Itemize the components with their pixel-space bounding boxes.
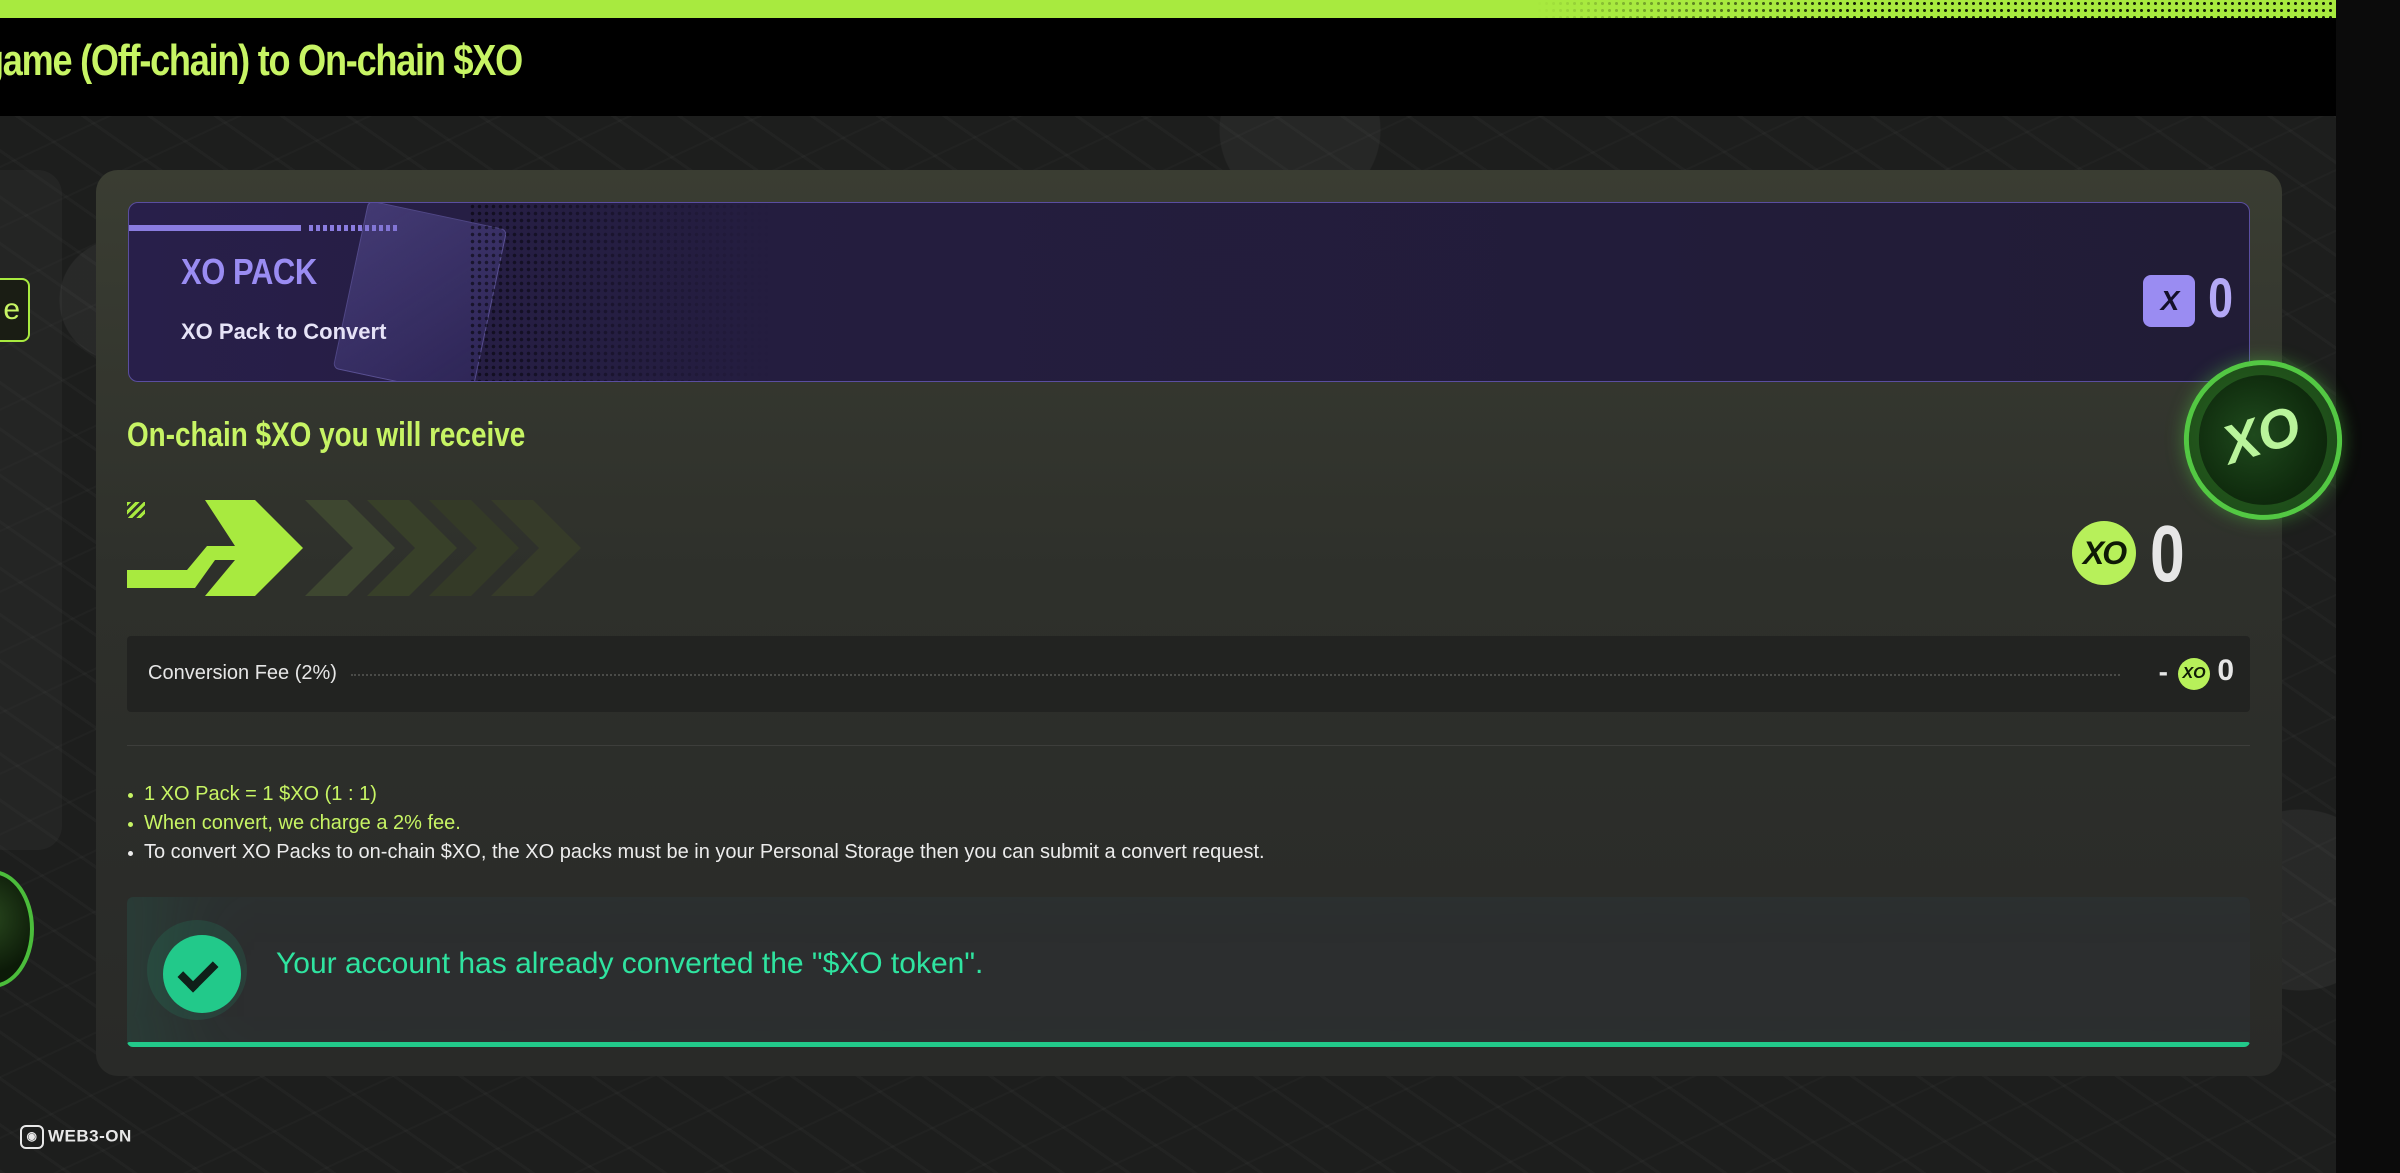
fee-value: 0 xyxy=(2217,654,2234,687)
fee-label: Conversion Fee (2%) xyxy=(148,662,337,684)
success-banner: Your account has already converted the "… xyxy=(127,897,2250,1047)
conversion-fee-row: Conversion Fee (2%) - XO 0 xyxy=(127,636,2250,712)
check-icon xyxy=(163,935,241,1013)
left-edge-button[interactable]: e xyxy=(0,278,30,342)
xo-pack-icon: X xyxy=(2143,275,2195,327)
note-item: When convert, we charge a 2% fee. xyxy=(127,809,1265,838)
conversion-notes: 1 XO Pack = 1 $XO (1 : 1) When convert, … xyxy=(127,780,1265,867)
fee-dotted-leader xyxy=(351,674,2120,676)
brand-logo: ◉ WEB3-ON xyxy=(20,1125,132,1149)
xo-coin-icon: XO xyxy=(2178,658,2210,690)
pack-value: 0 xyxy=(2208,266,2233,329)
fee-minus: - xyxy=(2158,656,2168,687)
top-accent-bar xyxy=(0,0,2336,18)
pack-title: XO PACK xyxy=(181,251,317,292)
left-panel-edge xyxy=(0,170,62,850)
arrow-right-icon xyxy=(127,500,581,596)
receive-value: 0 xyxy=(2150,509,2185,598)
pack-accent-bar xyxy=(129,225,301,231)
success-message: Your account has already converted the "… xyxy=(276,947,984,980)
note-item: To convert XO Packs to on-chain $XO, the… xyxy=(127,838,1265,867)
owl-logo-icon: ◉ xyxy=(20,1125,44,1149)
divider xyxy=(127,745,2250,746)
success-underline xyxy=(127,1042,2250,1047)
page-title: game (Off-chain) to On-chain $XO xyxy=(0,36,523,85)
xo-coin-icon: XO xyxy=(2072,521,2136,585)
xo-pack-panel: XO PACK XO Pack to Convert X 0 xyxy=(128,202,2250,382)
receive-title: On-chain $XO you will receive xyxy=(127,416,526,454)
note-item: 1 XO Pack = 1 $XO (1 : 1) xyxy=(127,780,1265,809)
pack-halftone xyxy=(469,203,769,381)
brand-text: WEB3-ON xyxy=(48,1126,132,1146)
pack-subtitle: XO Pack to Convert xyxy=(181,319,387,344)
halftone-decoration xyxy=(1536,0,2336,18)
right-edge-strip xyxy=(2336,0,2400,1173)
